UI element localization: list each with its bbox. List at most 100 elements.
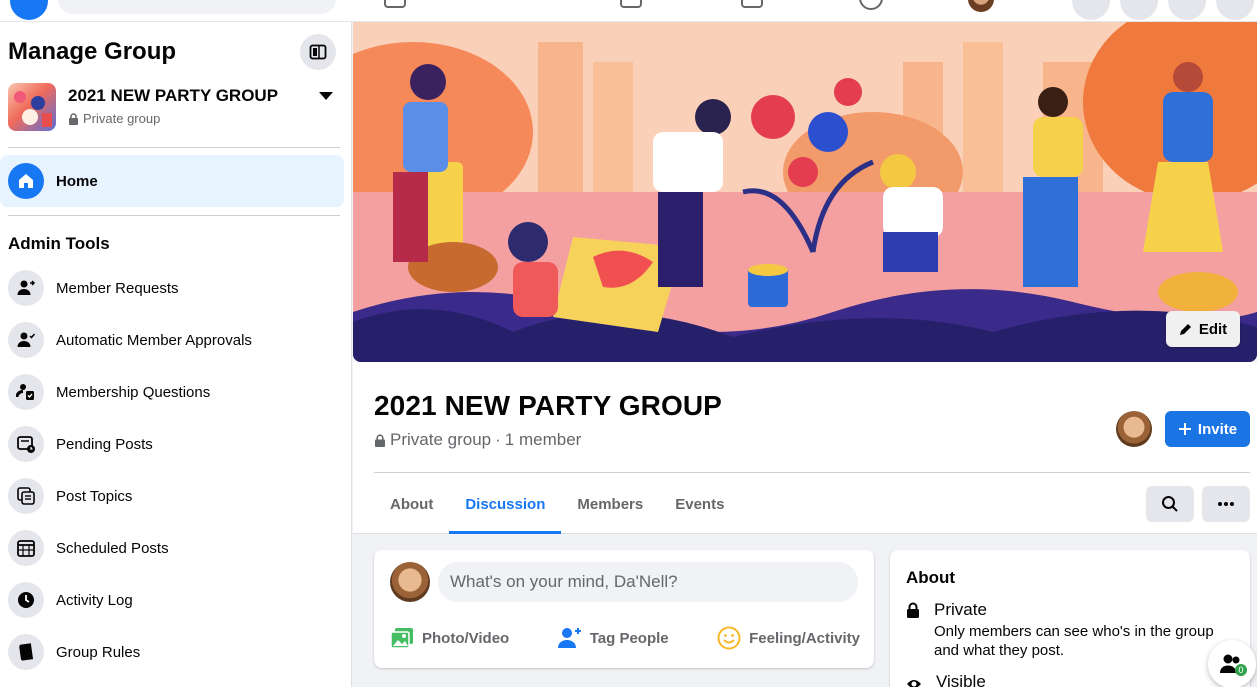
- nav-watch-icon[interactable]: [620, 0, 642, 8]
- sidebar-item-label: Member Requests: [56, 279, 179, 297]
- about-visible-heading: Visible: [936, 672, 986, 687]
- about-visible: Visible: [906, 672, 986, 687]
- group-meta: Private group · 1 member: [374, 430, 581, 450]
- rules-icon: [8, 634, 44, 670]
- sidebar-item-label: Group Rules: [56, 643, 141, 661]
- eye-icon: [907, 680, 921, 687]
- member-requests-icon: [8, 270, 44, 306]
- search-group-button[interactable]: [1146, 486, 1194, 522]
- post-input[interactable]: What's on your mind, Da'Nell?: [438, 562, 858, 602]
- sidebar-item-label: Scheduled Posts: [56, 539, 169, 557]
- tab-about[interactable]: About: [374, 474, 449, 534]
- sidebar-item-activity-log[interactable]: Activity Log: [0, 574, 344, 626]
- group-thumbnail[interactable]: [8, 83, 56, 131]
- chevron-down-icon[interactable]: [319, 92, 333, 100]
- profile-avatar[interactable]: [968, 0, 994, 12]
- create-icon[interactable]: [1072, 0, 1110, 20]
- admin-tools-heading: Admin Tools: [8, 234, 110, 253]
- search-input[interactable]: [58, 0, 336, 14]
- plus-icon: [1178, 423, 1191, 435]
- divider: [8, 147, 340, 148]
- smiley-icon: [717, 626, 741, 650]
- pending-posts-icon: [8, 426, 44, 462]
- more-options-button[interactable]: [1202, 486, 1250, 522]
- sidebar-item-home[interactable]: Home: [0, 155, 344, 207]
- composer-actions: Photo/Video Tag People Feeling/Activity: [390, 620, 860, 656]
- page-title: 2021 NEW PARTY GROUP: [374, 390, 722, 421]
- search-icon: [1162, 496, 1178, 512]
- about-private: Private Only members can see who's in th…: [906, 600, 1224, 660]
- sidebar-item-label: Pending Posts: [56, 435, 153, 453]
- collapse-sidebar-button[interactable]: [300, 34, 336, 70]
- sidebar-item-membership-questions[interactable]: Membership Questions: [0, 366, 344, 418]
- online-count-badge: 0: [1235, 664, 1247, 676]
- auto-approvals-icon: [8, 322, 44, 358]
- floating-members-button[interactable]: 0: [1208, 640, 1256, 687]
- home-icon: [8, 163, 44, 199]
- lock-icon: [69, 112, 78, 125]
- cover-illustration: [353, 22, 1257, 362]
- messenger-icon[interactable]: [1120, 0, 1158, 20]
- tab-events[interactable]: Events: [659, 474, 740, 534]
- group-privacy-label: Private group: [83, 111, 161, 126]
- sidebar-item-automatic-member-approvals[interactable]: Automatic Member Approvals: [0, 314, 344, 366]
- group-header: 2021 NEW PARTY GROUP Private group · 1 m…: [353, 362, 1257, 534]
- sidebar-item-label: Automatic Member Approvals: [56, 331, 252, 349]
- tab-label: Discussion: [465, 495, 546, 513]
- sidebar-item-label: Membership Questions: [56, 383, 211, 401]
- admin-tools-list: Member Requests Automatic Member Approva…: [0, 262, 344, 678]
- facebook-logo-icon[interactable]: [10, 0, 48, 20]
- sidebar-item-post-topics[interactable]: Post Topics: [0, 470, 344, 522]
- photo-video-button[interactable]: Photo/Video: [390, 620, 509, 656]
- sidebar-item-pending-posts[interactable]: Pending Posts: [0, 418, 344, 470]
- nav-groups-icon[interactable]: [741, 0, 763, 8]
- lock-icon: [907, 602, 919, 618]
- group-name[interactable]: 2021 NEW PARTY GROUP: [68, 86, 278, 106]
- sidebar-item-member-requests[interactable]: Member Requests: [0, 262, 344, 314]
- cover-photo: Edit: [353, 22, 1257, 362]
- tab-label: Members: [577, 495, 644, 513]
- edit-cover-button[interactable]: Edit: [1166, 311, 1240, 347]
- manage-group-sidebar: Manage Group 2021 NEW PARTY GROUP Privat…: [0, 22, 352, 687]
- tab-label: Events: [675, 495, 725, 513]
- separator-dot: ·: [495, 430, 501, 449]
- nav-home-icon[interactable]: [384, 0, 406, 8]
- tab-label: About: [390, 495, 434, 513]
- calendar-icon: [8, 530, 44, 566]
- sidebar-item-scheduled-posts[interactable]: Scheduled Posts: [0, 522, 344, 574]
- photo-icon: [390, 628, 413, 649]
- tag-people-button[interactable]: Tag People: [557, 620, 669, 656]
- avatar[interactable]: [390, 562, 430, 602]
- post-topics-icon: [8, 478, 44, 514]
- tab-members[interactable]: Members: [561, 474, 659, 534]
- about-card: About Private Only members can see who's…: [890, 550, 1250, 687]
- member-avatar[interactable]: [1116, 411, 1152, 447]
- membership-questions-icon: [8, 374, 44, 410]
- tag-people-icon: [557, 628, 581, 648]
- edit-cover-label: Edit: [1198, 320, 1228, 338]
- action-label: Photo/Video: [422, 629, 510, 647]
- pencil-icon: [1179, 324, 1191, 335]
- nav-gaming-icon[interactable]: [859, 0, 883, 10]
- feeling-activity-button[interactable]: Feeling/Activity: [717, 620, 860, 656]
- action-label: Tag People: [589, 629, 669, 647]
- invite-label: Invite: [1197, 420, 1238, 438]
- tab-discussion[interactable]: Discussion: [449, 474, 562, 534]
- about-private-heading: Private: [934, 600, 987, 619]
- notifications-icon[interactable]: [1168, 0, 1206, 20]
- account-menu-icon[interactable]: [1216, 0, 1254, 20]
- sidebar-title: Manage Group: [8, 38, 177, 65]
- sidebar-toggle-icon: [309, 44, 327, 60]
- sidebar-item-label: Post Topics: [56, 487, 133, 505]
- sidebar-item-group-rules[interactable]: Group Rules: [0, 626, 344, 678]
- invite-button[interactable]: Invite: [1165, 411, 1250, 447]
- about-heading: About: [906, 568, 956, 587]
- sidebar-item-label: Activity Log: [56, 591, 133, 609]
- clock-icon: [8, 582, 44, 618]
- member-count[interactable]: 1 member: [505, 430, 582, 450]
- post-composer: What's on your mind, Da'Nell? Photo/Vide…: [374, 550, 874, 668]
- more-icon: [1218, 502, 1234, 506]
- top-navigation: [0, 0, 1257, 22]
- divider: [374, 472, 1250, 473]
- group-tabs: About Discussion Members Events: [374, 474, 740, 534]
